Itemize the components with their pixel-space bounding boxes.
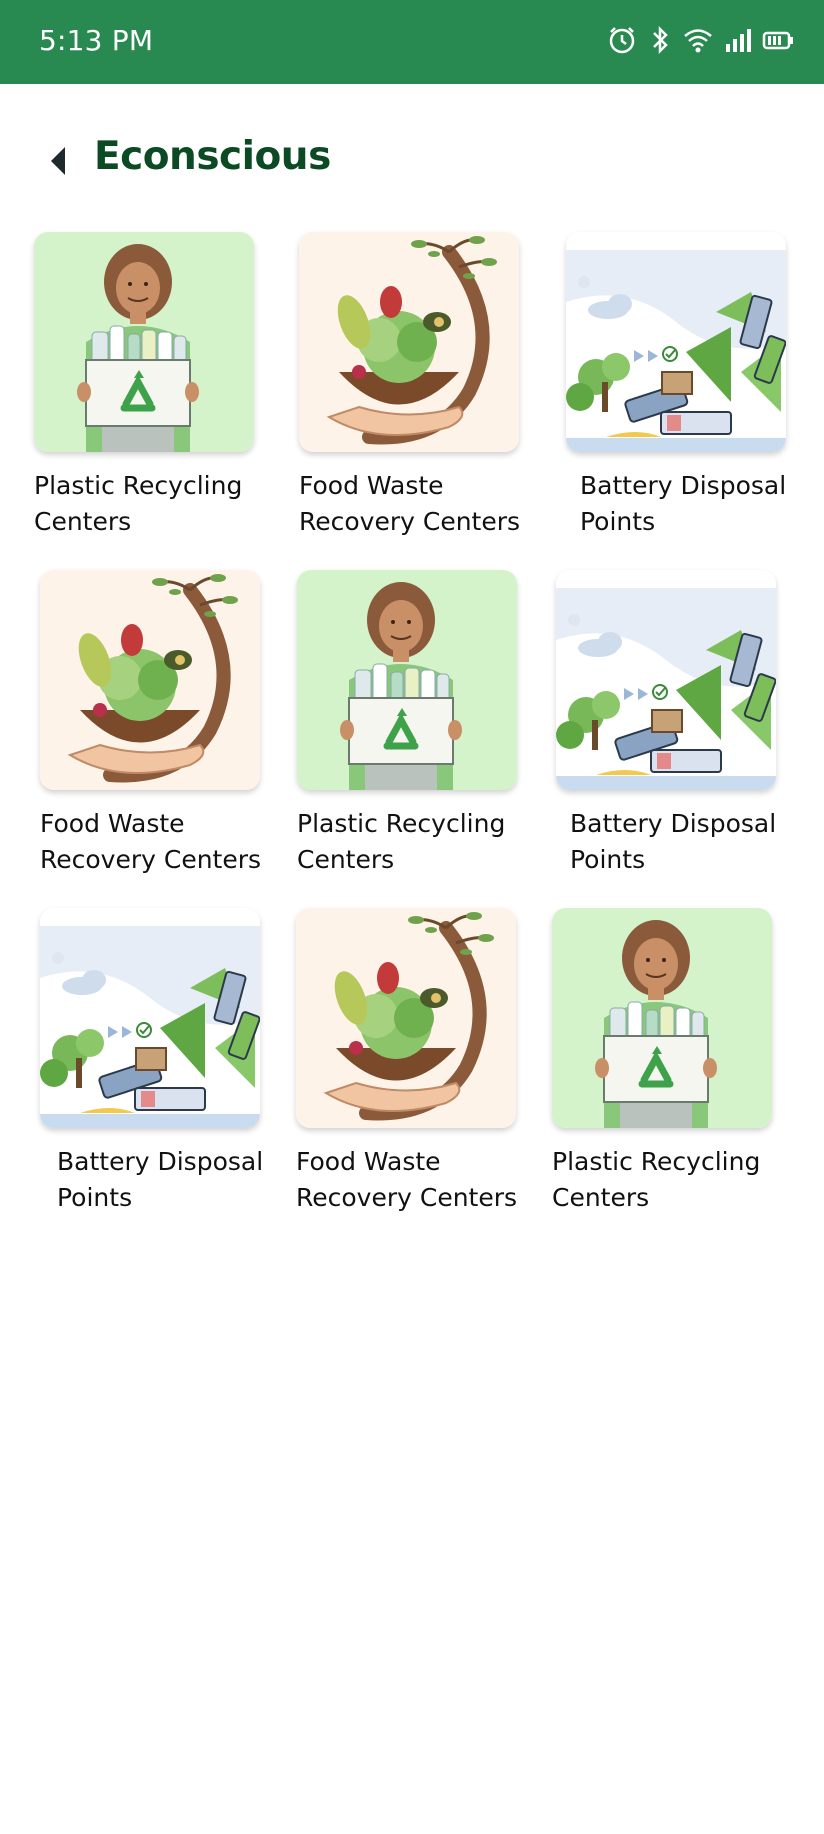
category-tile-food[interactable]: Food Waste Recovery Centers [296, 908, 536, 1216]
battery-illustration [40, 908, 260, 1128]
food-illustration [296, 908, 516, 1128]
category-tile-plastic[interactable]: Plastic Recycling Centers [297, 570, 537, 878]
alarm-icon [606, 24, 638, 56]
category-tile-plastic[interactable]: Plastic Recycling Centers [34, 232, 274, 540]
app-header: Econscious [0, 84, 824, 224]
tile-label: Plastic Recycling Centers [297, 809, 506, 874]
category-tile-battery[interactable]: Battery Disposal Points [556, 570, 810, 878]
food-illustration [40, 570, 260, 790]
category-tile-food[interactable]: Food Waste Recovery Centers [299, 232, 539, 540]
category-tile-plastic[interactable]: Plastic Recycling Centers [552, 908, 792, 1216]
tile-label: Plastic Recycling Centers [552, 1147, 761, 1212]
category-tile-battery[interactable]: Battery Disposal Points [566, 232, 820, 540]
back-button[interactable] [38, 138, 78, 188]
tile-label: Battery Disposal Points [570, 809, 777, 874]
plastic-illustration [552, 908, 772, 1128]
signal-icon [724, 24, 752, 56]
wifi-icon [682, 24, 714, 56]
plastic-illustration [297, 570, 517, 790]
tile-label: Food Waste Recovery Centers [40, 809, 262, 874]
status-icons [606, 24, 794, 56]
category-tile-food[interactable]: Food Waste Recovery Centers [40, 570, 280, 878]
tile-label: Battery Disposal Points [580, 471, 787, 536]
battery-icon [762, 24, 794, 56]
category-tile-battery[interactable]: Battery Disposal Points [40, 908, 297, 1216]
bluetooth-icon [648, 24, 672, 56]
tile-label: Battery Disposal Points [57, 1147, 264, 1212]
battery-illustration [556, 570, 776, 790]
back-arrow-icon [47, 145, 69, 181]
tile-label: Plastic Recycling Centers [34, 471, 243, 536]
tile-label: Food Waste Recovery Centers [299, 471, 521, 536]
page-title: Econscious [94, 134, 331, 179]
tile-label: Food Waste Recovery Centers [296, 1147, 518, 1212]
status-time: 5:13 PM [39, 24, 154, 57]
battery-illustration [566, 232, 786, 452]
status-bar: 5:13 PM [0, 0, 824, 84]
plastic-illustration [34, 232, 254, 452]
food-illustration [299, 232, 519, 452]
